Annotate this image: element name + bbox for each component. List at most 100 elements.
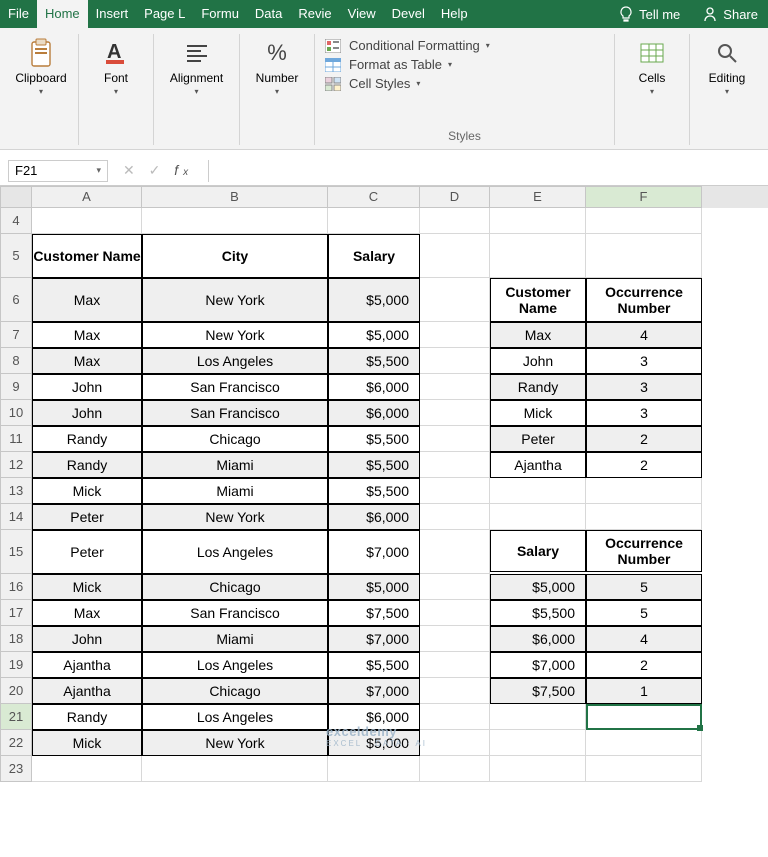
cell[interactable]: 2	[586, 426, 702, 452]
row-header[interactable]: 18	[0, 626, 32, 652]
cell[interactable]: $7,500	[328, 600, 420, 626]
font-button[interactable]: A Font ▾	[89, 38, 143, 96]
cell[interactable]: $5,000	[328, 278, 420, 322]
tab-home[interactable]: Home	[37, 0, 88, 28]
fill-handle[interactable]	[697, 725, 703, 731]
cell[interactable]	[420, 504, 490, 530]
cell[interactable]	[328, 756, 420, 782]
cell[interactable]: City	[142, 234, 328, 278]
select-all-corner[interactable]	[0, 186, 32, 208]
cell[interactable]	[420, 426, 490, 452]
cell[interactable]	[420, 600, 490, 626]
cell[interactable]: Miami	[142, 626, 328, 652]
cell[interactable]: Chicago	[142, 426, 328, 452]
cells-button[interactable]: Cells ▾	[625, 38, 679, 96]
cell[interactable]	[490, 504, 586, 530]
share-button[interactable]: Share	[692, 0, 768, 28]
cell[interactable]: $6,000	[328, 374, 420, 400]
cell[interactable]: Los Angeles	[142, 704, 328, 730]
cell[interactable]: 4	[586, 322, 702, 348]
cell[interactable]: Chicago	[142, 678, 328, 704]
cell[interactable]: San Francisco	[142, 400, 328, 426]
cell[interactable]: Miami	[142, 452, 328, 478]
cell[interactable]: Randy	[32, 426, 142, 452]
spreadsheet-grid[interactable]: A B C D E F 45Customer NameCitySalary6Ma…	[0, 186, 768, 782]
row-header[interactable]: 12	[0, 452, 32, 478]
paste-button[interactable]: Clipboard ▾	[14, 38, 68, 96]
cell[interactable]: Ajantha	[32, 678, 142, 704]
row-header[interactable]: 16	[0, 574, 32, 600]
row-header[interactable]: 21	[0, 704, 32, 730]
cell[interactable]: Los Angeles	[142, 652, 328, 678]
cell[interactable]: Miami	[142, 478, 328, 504]
cell[interactable]: Salary	[328, 234, 420, 278]
cell[interactable]	[490, 234, 586, 278]
cell[interactable]: Randy	[32, 704, 142, 730]
name-box[interactable]: ▾	[8, 160, 108, 182]
cell[interactable]: Los Angeles	[142, 348, 328, 374]
cell[interactable]	[328, 208, 420, 234]
cell[interactable]: $7,000	[328, 678, 420, 704]
cell[interactable]: New York	[142, 730, 328, 756]
col-header[interactable]: C	[328, 186, 420, 208]
cell[interactable]: 5	[586, 574, 702, 600]
cell[interactable]	[142, 756, 328, 782]
name-box-input[interactable]	[15, 163, 75, 178]
cell[interactable]: 3	[586, 400, 702, 426]
cell[interactable]	[586, 208, 702, 234]
cell[interactable]	[490, 756, 586, 782]
cell[interactable]: Peter	[490, 426, 586, 452]
cell[interactable]: 2	[586, 452, 702, 478]
cell[interactable]	[490, 478, 586, 504]
cell[interactable]: New York	[142, 322, 328, 348]
row-header[interactable]: 22	[0, 730, 32, 756]
cell[interactable]: Max	[490, 322, 586, 348]
col-header[interactable]: D	[420, 186, 490, 208]
cell[interactable]: $7,000	[490, 652, 586, 678]
cell[interactable]: Mick	[32, 730, 142, 756]
cell[interactable]: Peter	[32, 504, 142, 530]
cell[interactable]: Peter	[32, 530, 142, 574]
cell[interactable]: 2	[586, 652, 702, 678]
cell[interactable]: Mick	[490, 400, 586, 426]
row-header[interactable]: 6	[0, 278, 32, 322]
row-header[interactable]: 15	[0, 530, 32, 574]
row-header[interactable]: 23	[0, 756, 32, 782]
cell[interactable]: John	[32, 400, 142, 426]
cell[interactable]: Occurrence Number	[586, 278, 702, 322]
row-header[interactable]: 11	[0, 426, 32, 452]
cell[interactable]: Customer Name	[490, 278, 586, 322]
cell[interactable]: Salary	[490, 530, 586, 572]
row-header[interactable]: 9	[0, 374, 32, 400]
cell[interactable]	[420, 530, 490, 574]
cell[interactable]: $5,500	[328, 452, 420, 478]
cell[interactable]: New York	[142, 504, 328, 530]
cell[interactable]: $5,000	[328, 322, 420, 348]
row-header[interactable]: 5	[0, 234, 32, 278]
cell[interactable]: Chicago	[142, 574, 328, 600]
cell[interactable]	[420, 626, 490, 652]
cell[interactable]: Max	[32, 600, 142, 626]
cell[interactable]	[586, 478, 702, 504]
cell[interactable]: Occurrence Number	[586, 530, 702, 572]
cell[interactable]	[490, 208, 586, 234]
cell[interactable]: $7,000	[328, 530, 420, 574]
cell[interactable]	[420, 730, 490, 756]
cell[interactable]	[420, 400, 490, 426]
col-header[interactable]: E	[490, 186, 586, 208]
cell[interactable]: $6,000	[328, 504, 420, 530]
cell[interactable]: 5	[586, 600, 702, 626]
tell-me[interactable]: Tell me	[607, 0, 692, 28]
cell[interactable]: New York	[142, 278, 328, 322]
row-header[interactable]: 13	[0, 478, 32, 504]
cell[interactable]	[420, 452, 490, 478]
cell[interactable]: Randy	[490, 374, 586, 400]
cell[interactable]: $6,000	[490, 626, 586, 652]
cell[interactable]	[420, 208, 490, 234]
alignment-button[interactable]: Alignment ▾	[170, 38, 224, 96]
tab-insert[interactable]: Insert	[88, 0, 137, 28]
tab-developer[interactable]: Devel	[384, 0, 433, 28]
cell[interactable]: $5,000	[328, 574, 420, 600]
tab-review[interactable]: Revie	[290, 0, 339, 28]
cell[interactable]: $5,500	[328, 426, 420, 452]
